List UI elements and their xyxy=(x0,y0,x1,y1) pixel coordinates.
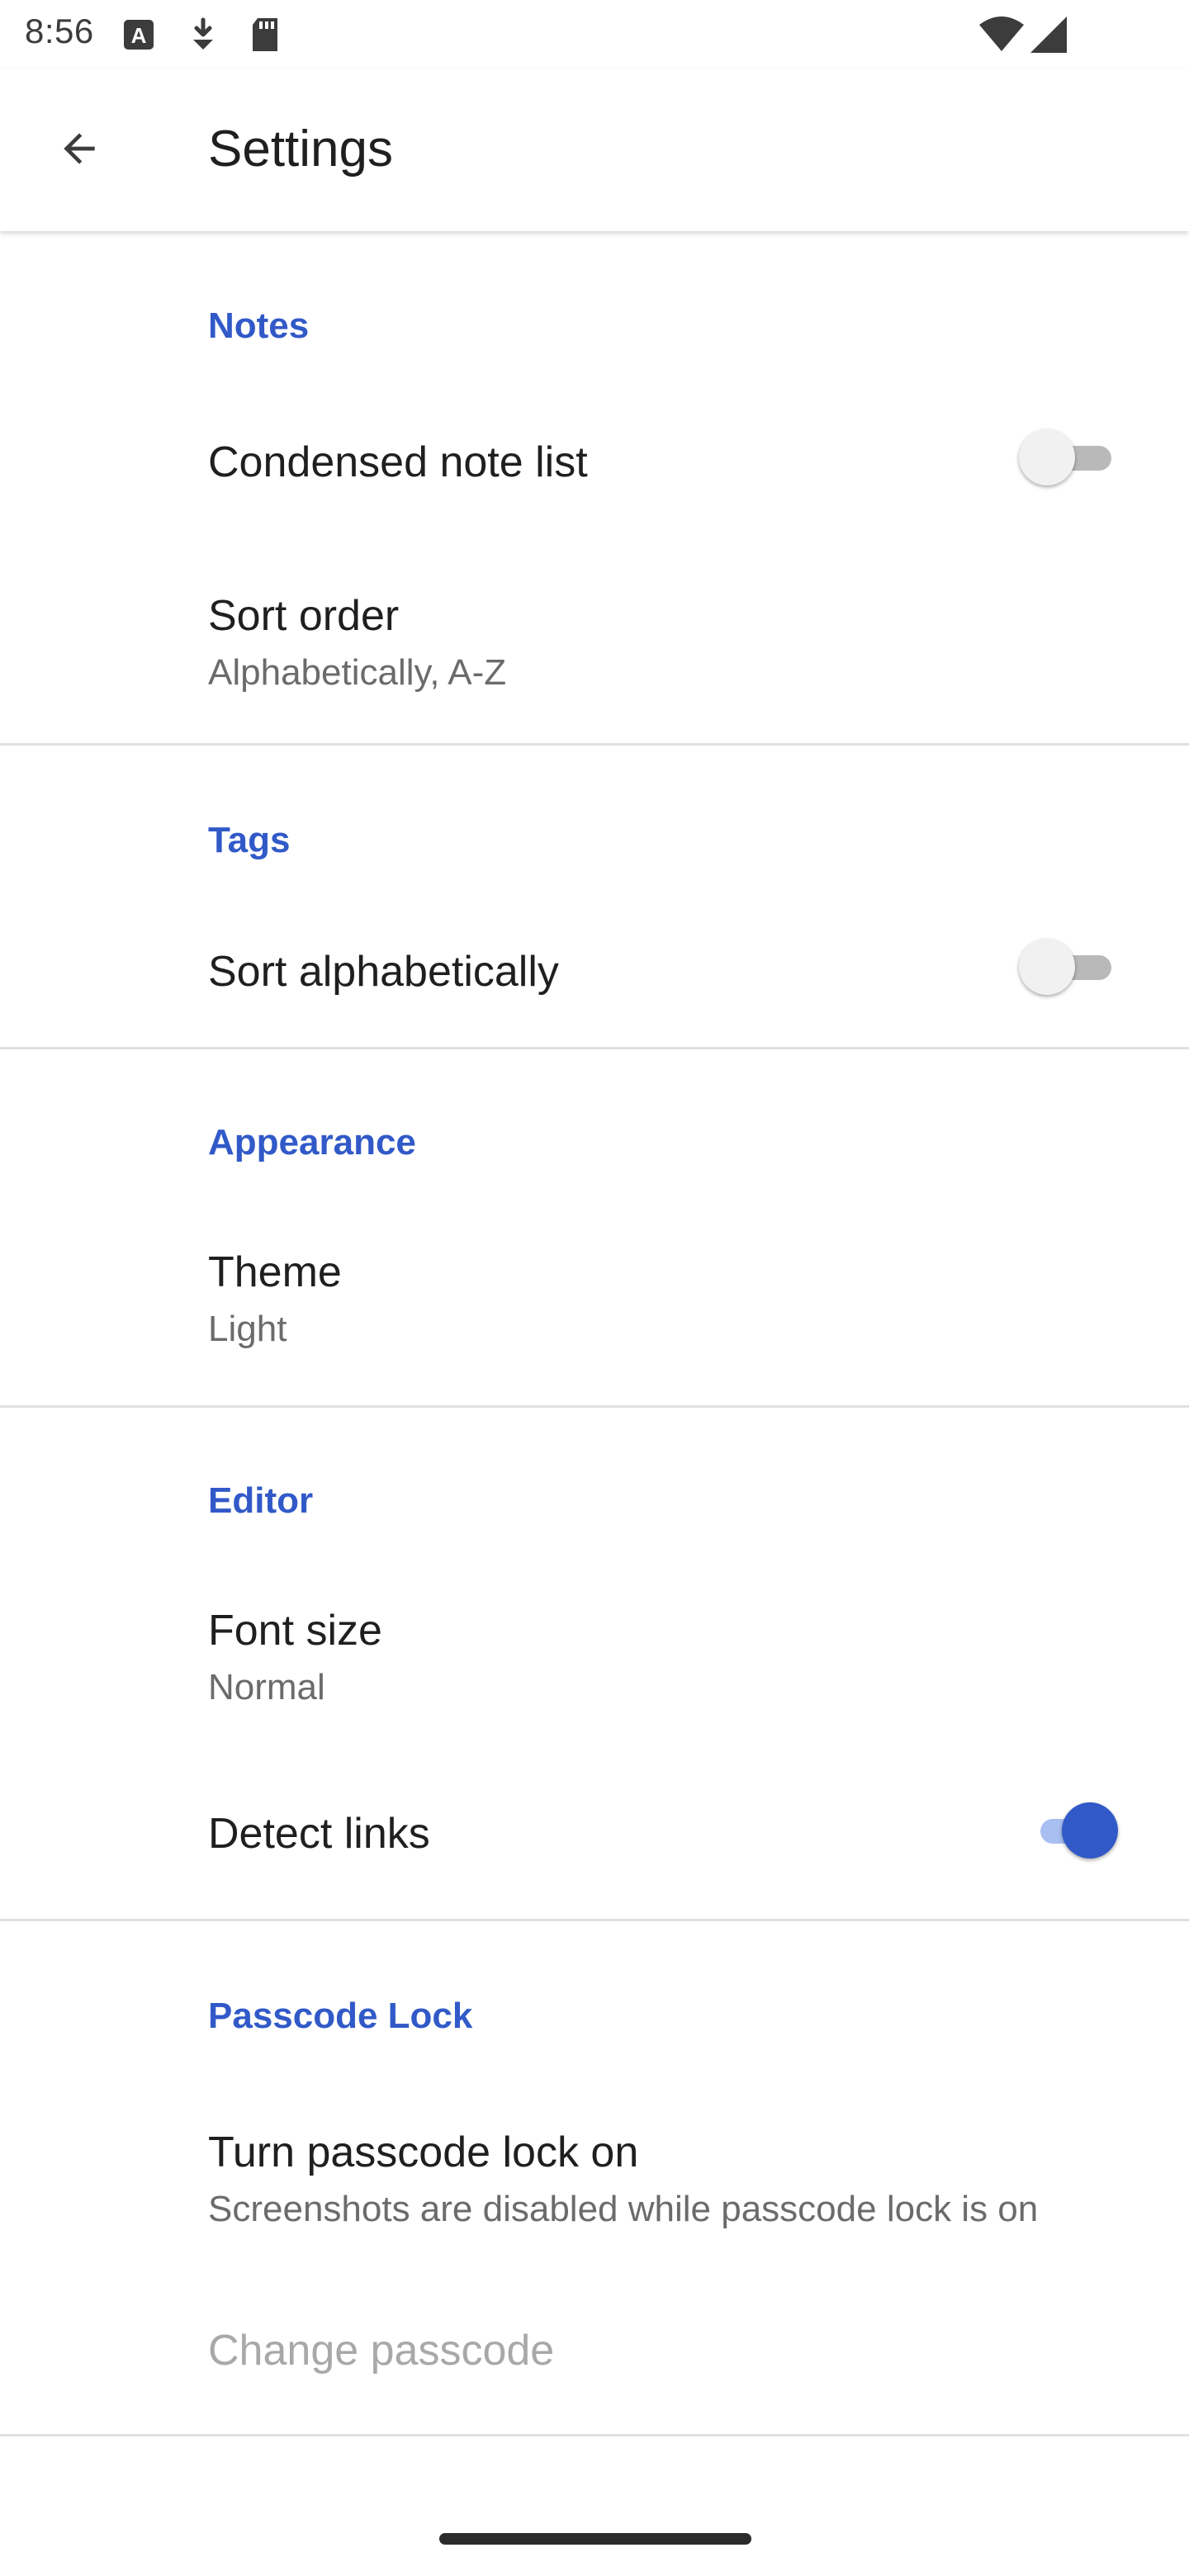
keyboard-a-icon: A xyxy=(122,18,155,55)
home-indicator[interactable] xyxy=(439,2533,751,2545)
pref-change-passcode: Change passcode xyxy=(0,2285,1189,2434)
pref-title: Font size xyxy=(208,1607,382,1655)
pref-title: Sort order xyxy=(208,592,400,640)
pref-turn-passcode-lock-on[interactable]: Turn passcode lock on Screenshots are di… xyxy=(0,2070,1189,2285)
pref-condensed-note-list[interactable]: Condensed note list xyxy=(0,380,1189,537)
pref-title: Condensed note list xyxy=(208,438,588,486)
section-header-appearance: Appearance xyxy=(208,1122,416,1163)
cellular-signal-icon xyxy=(1029,15,1068,59)
condensed-note-list-toggle[interactable] xyxy=(1019,424,1118,490)
pref-title: Turn passcode lock on xyxy=(208,2129,639,2176)
wifi-icon xyxy=(978,15,1026,57)
section-header-tags: Tags xyxy=(208,820,291,860)
section-header-editor: Editor xyxy=(208,1480,314,1521)
pref-title: Change passcode xyxy=(208,2327,555,2375)
toggle-thumb xyxy=(1019,429,1075,485)
settings-list: Notes Condensed note list Sort order Alp… xyxy=(0,231,1189,2436)
pref-font-size[interactable]: Font size Normal xyxy=(0,1556,1189,1763)
pref-detect-links[interactable]: Detect links xyxy=(0,1763,1189,1919)
section-notes: Notes Condensed note list Sort order Alp… xyxy=(0,231,1189,746)
pref-summary: Normal xyxy=(208,1667,325,1707)
arrow-back-icon xyxy=(56,125,102,176)
app-bar: Settings xyxy=(0,69,1189,231)
svg-text:A: A xyxy=(131,23,147,48)
download-icon xyxy=(187,17,220,57)
pref-summary: Screenshots are disabled while passcode … xyxy=(208,2189,1039,2229)
section-tags: Tags Sort alphabetically xyxy=(0,746,1189,1049)
toggle-thumb xyxy=(1062,1802,1118,1859)
pref-theme[interactable]: Theme Light xyxy=(0,1198,1189,1405)
pref-summary: Light xyxy=(208,1309,287,1349)
section-header-notes: Notes xyxy=(208,305,310,346)
section-appearance: Appearance Theme Light xyxy=(0,1049,1189,1408)
sort-alphabetically-toggle[interactable] xyxy=(1019,934,1118,1000)
pref-title: Sort alphabetically xyxy=(208,948,559,996)
pref-title: Detect links xyxy=(208,1810,430,1858)
sd-card-icon xyxy=(249,17,281,57)
pref-sort-order[interactable]: Sort order Alphabetically, A-Z xyxy=(0,537,1189,743)
pref-title: Theme xyxy=(208,1248,342,1296)
pref-sort-alphabetically[interactable]: Sort alphabetically xyxy=(0,894,1189,1047)
toggle-thumb xyxy=(1019,939,1075,995)
section-editor: Editor Font size Normal Detect links xyxy=(0,1408,1189,1921)
section-passcode-lock: Passcode Lock Turn passcode lock on Scre… xyxy=(0,1921,1189,2436)
pref-summary: Alphabetically, A-Z xyxy=(208,652,507,693)
detect-links-toggle[interactable] xyxy=(1019,1797,1118,1863)
status-bar: 8:56 A xyxy=(0,0,1189,69)
status-time: 8:56 xyxy=(25,12,94,50)
section-header-passcode-lock: Passcode Lock xyxy=(208,1996,473,2036)
page-title: Settings xyxy=(208,121,394,178)
back-button[interactable] xyxy=(40,111,119,190)
